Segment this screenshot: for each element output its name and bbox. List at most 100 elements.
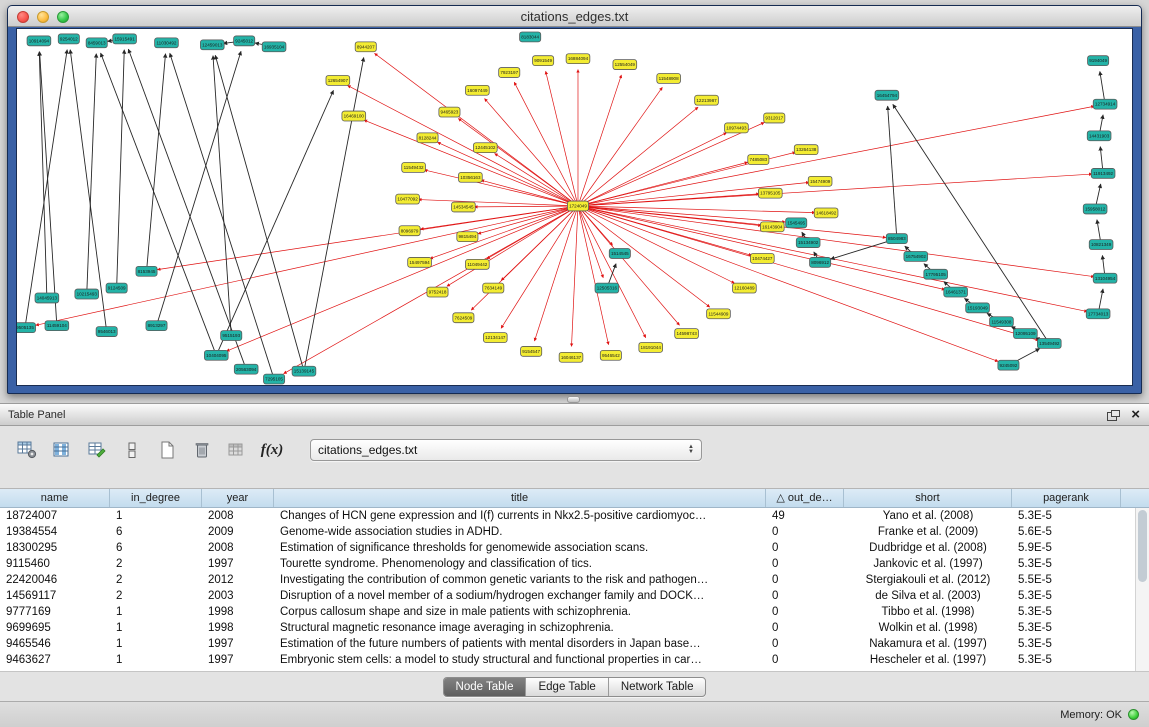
graph-node[interactable]: 8183044: [520, 32, 541, 42]
table-row[interactable]: 946554611997Estimation of the future num…: [0, 636, 1149, 652]
graph-node[interactable]: 12445102: [473, 143, 497, 153]
graph-node[interactable]: 12505316: [595, 283, 619, 293]
graph-node[interactable]: 16469100: [342, 111, 366, 121]
graph-node[interactable]: 15134902: [796, 238, 820, 248]
graph-node[interactable]: 11549432: [402, 163, 426, 173]
graph-node[interactable]: 13795105: [758, 188, 782, 198]
graph-node[interactable]: 10474427: [750, 253, 774, 263]
graph-node[interactable]: 16461371: [944, 287, 968, 297]
graph-node[interactable]: 15958012: [1083, 204, 1107, 214]
graph-node[interactable]: 16884094: [566, 54, 590, 64]
close-panel-icon[interactable]: ×: [1131, 408, 1140, 422]
graph-node[interactable]: 11049442: [465, 259, 489, 269]
graph-node[interactable]: 12459013: [200, 40, 224, 50]
graph-node[interactable]: 13104954: [1093, 273, 1117, 283]
delete-column-icon[interactable]: [191, 439, 213, 461]
graph-node[interactable]: 1545495: [786, 218, 807, 228]
graph-node[interactable]: 12095109: [1014, 329, 1038, 339]
table-row[interactable]: 2242004622012Investigating the contribut…: [0, 572, 1149, 588]
graph-node[interactable]: 16754902: [904, 252, 928, 262]
graph-node[interactable]: 20563094: [234, 364, 258, 374]
graph-node[interactable]: 15139145: [292, 366, 316, 376]
graph-node[interactable]: 11459104: [45, 321, 69, 331]
graph-node[interactable]: 9546542: [600, 350, 621, 360]
graph-node[interactable]: 11548908: [657, 74, 681, 84]
graph-node[interactable]: 8153945: [136, 266, 157, 276]
graph-node[interactable]: 14598743: [675, 329, 699, 339]
graph-node[interactable]: 8128244: [417, 133, 438, 143]
graph-node[interactable]: 12554049: [613, 60, 637, 70]
graph-node[interactable]: 9154547: [521, 346, 542, 356]
graph-node[interactable]: 14045913: [35, 293, 59, 303]
graph-node[interactable]: 9254012: [58, 34, 79, 44]
graph-node[interactable]: 10821349: [1089, 240, 1113, 250]
graph-node[interactable]: 8944207: [355, 42, 376, 52]
close-window-button[interactable]: [17, 11, 29, 23]
graph-node[interactable]: 16143904: [760, 222, 784, 232]
table-row[interactable]: 1830029562008Estimation of significance …: [0, 540, 1149, 556]
graph-node[interactable]: 10356163: [459, 172, 483, 182]
graph-node[interactable]: 11030492: [155, 38, 179, 48]
table-row[interactable]: 946362711997Embryonic stem cells: a mode…: [0, 652, 1149, 668]
table-select-dropdown[interactable]: citations_edges.txt ▲▼: [310, 439, 702, 461]
graph-node[interactable]: 10477092: [396, 194, 420, 204]
column-header[interactable]: in_degree: [110, 489, 202, 507]
graph-node[interactable]: 9312017: [764, 113, 785, 123]
graph-node[interactable]: 8459013: [86, 38, 107, 48]
graph-node[interactable]: 15915491: [113, 34, 137, 44]
function-builder-icon[interactable]: f(x): [261, 439, 283, 461]
graph-node[interactable]: 11913492: [1091, 168, 1115, 178]
citation-graph[interactable]: 1724049 16884094 12554049 11548908 12213987 1…: [17, 29, 1132, 385]
graph-node[interactable]: 12134147: [483, 333, 507, 343]
table-row[interactable]: 977716911998Corpus callosum shape and si…: [0, 604, 1149, 620]
graph-node[interactable]: 9091549: [533, 56, 554, 66]
graph-node[interactable]: 9245092: [998, 360, 1019, 370]
graph-node[interactable]: 7634149: [483, 283, 504, 293]
graph-node[interactable]: 12213987: [695, 95, 719, 105]
table-row[interactable]: 911546021997Tourette syndrome. Phenomeno…: [0, 556, 1149, 572]
graph-node[interactable]: 9245012: [234, 36, 255, 46]
graph-node[interactable]: 1514545: [609, 249, 630, 259]
graph-node[interactable]: 12734914: [1093, 99, 1117, 109]
graph-node[interactable]: 17734013: [1086, 309, 1110, 319]
tab-network-table[interactable]: Network Table: [609, 678, 706, 696]
graph-node[interactable]: 16097449: [465, 85, 489, 95]
network-window-titlebar[interactable]: citations_edges.txt: [8, 6, 1141, 27]
graph-node[interactable]: 9546013: [96, 327, 117, 337]
create-column-icon[interactable]: [156, 439, 178, 461]
graph-node[interactable]: 9465923: [439, 107, 460, 117]
graph-node[interactable]: 17795105: [924, 269, 948, 279]
graph-node[interactable]: 1724049: [567, 201, 588, 211]
graph-node[interactable]: 7624509: [453, 313, 474, 323]
column-header[interactable]: title: [274, 489, 766, 507]
graph-node[interactable]: 8504983: [886, 234, 907, 244]
graph-node[interactable]: 10404095: [204, 350, 228, 360]
column-header[interactable]: pagerank: [1012, 489, 1121, 507]
minimize-window-button[interactable]: [37, 11, 49, 23]
column-header[interactable]: year: [202, 489, 274, 507]
table-row[interactable]: 1938455462009Genome-wide association stu…: [0, 524, 1149, 540]
graph-node[interactable]: 12160489: [733, 283, 757, 293]
graph-node[interactable]: 11544909: [707, 309, 731, 319]
table-scrollbar-thumb[interactable]: [1138, 510, 1147, 582]
table-settings-icon[interactable]: [16, 439, 38, 461]
graph-node[interactable]: 13549492: [1037, 339, 1061, 349]
graph-node[interactable]: 16454794: [875, 90, 899, 100]
graph-node[interactable]: 14431903: [1087, 131, 1111, 141]
graph-node[interactable]: 9505135: [17, 323, 36, 333]
graph-node[interactable]: 9752418: [427, 287, 448, 297]
graph-node[interactable]: 9515193: [221, 331, 242, 341]
graph-node[interactable]: 10215493: [75, 289, 99, 299]
zoom-window-button[interactable]: [57, 11, 69, 23]
graph-node[interactable]: 11549308: [990, 317, 1014, 327]
graph-node[interactable]: 7923197: [499, 68, 520, 78]
tab-edge-table[interactable]: Edge Table: [526, 678, 608, 696]
table-row[interactable]: 969969511998Structural magnetic resonanc…: [0, 620, 1149, 636]
graph-node[interactable]: 7295105: [264, 374, 285, 384]
graph-node[interactable]: 8913297: [146, 321, 167, 331]
tab-node-table[interactable]: Node Table: [444, 678, 527, 696]
graph-node[interactable]: 16046137: [559, 352, 583, 362]
graph-node[interactable]: 8096979: [399, 226, 420, 236]
graph-node[interactable]: 9194049: [1088, 56, 1109, 66]
graph-node[interactable]: 14534545: [452, 202, 476, 212]
